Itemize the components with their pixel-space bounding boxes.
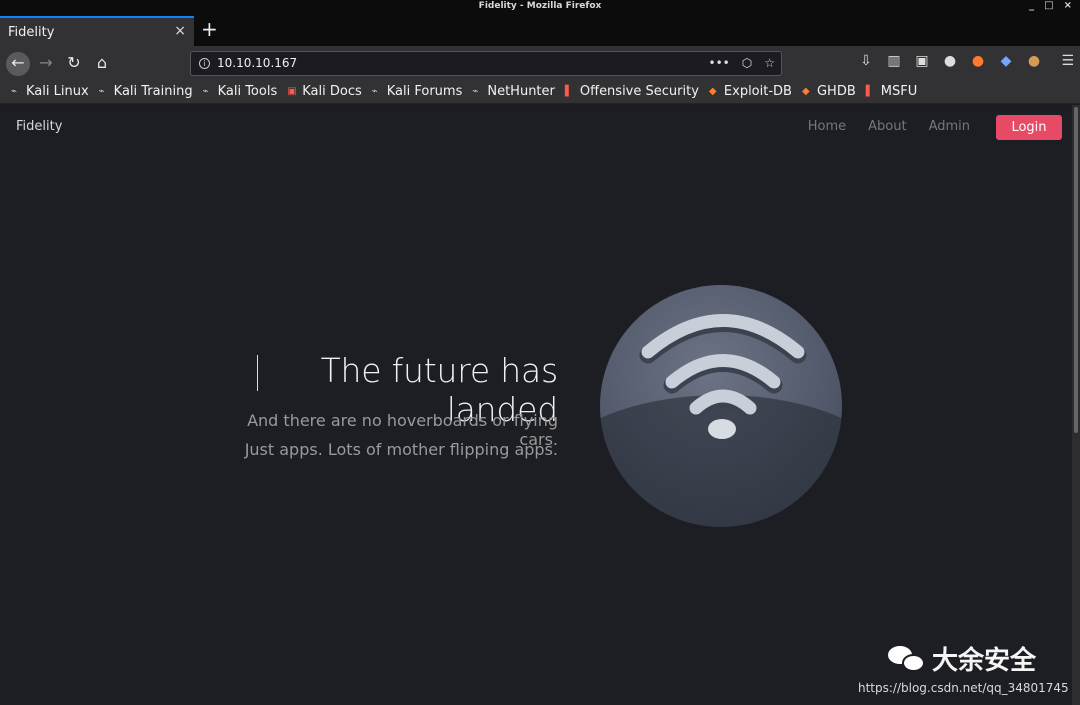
window-controls[interactable]: _ □ × <box>1029 0 1072 12</box>
tab-label: Fidelity <box>8 24 55 40</box>
nethunter-icon: ⌁ <box>472 85 479 97</box>
kali-icon: ⌁ <box>202 85 209 97</box>
bookmark-label: Kali Training <box>113 84 193 99</box>
exploitdb-icon: ◆ <box>708 85 717 97</box>
bookmark-ghdb[interactable]: ◆ GHDB <box>802 80 856 103</box>
wechat-watermark: 大余安全 <box>888 640 1036 677</box>
bookmark-exploit-db[interactable]: ◆ Exploit-DB <box>709 80 792 103</box>
url-actions: ••• ⬡ ☆ <box>709 52 775 75</box>
bookmark-msfu[interactable]: ▌ MSFU <box>866 80 917 103</box>
bookmark-label: Kali Tools <box>217 84 278 99</box>
wechat-icon <box>888 644 926 674</box>
url-text: 10.10.10.167 <box>217 56 298 70</box>
new-tab-button[interactable]: + <box>201 18 218 40</box>
bookmark-star-icon[interactable]: ☆ <box>764 52 775 75</box>
tab-fidelity[interactable]: Fidelity × <box>0 16 194 46</box>
toolbar-icons: ⇩ ▥ ▣ ● ● ◆ ● <box>858 53 1042 69</box>
close-tab-icon[interactable]: × <box>174 23 186 39</box>
kali-icon: ⌁ <box>371 85 378 97</box>
ghdb-icon: ◆ <box>801 85 810 97</box>
firefox-icon[interactable]: ● <box>970 53 986 69</box>
site-navigation: Home About Admin <box>808 119 970 134</box>
minimize-button[interactable]: _ <box>1029 0 1034 12</box>
url-bar[interactable]: i 10.10.10.167 ••• ⬡ ☆ <box>190 51 782 76</box>
bookmark-kali-docs[interactable]: ▣ Kali Docs <box>287 80 362 103</box>
maximize-button[interactable]: □ <box>1044 0 1053 12</box>
wifi-sphere-illustration <box>600 285 842 527</box>
bookmark-kali-linux[interactable]: ⌁ Kali Linux <box>11 80 89 103</box>
bookmarks-toolbar: ⌁ Kali Linux ⌁ Kali Training ⌁ Kali Tools ▣… <box>0 80 1080 104</box>
library-icon[interactable]: ▥ <box>886 53 902 69</box>
kali-icon: ⌁ <box>98 85 105 97</box>
watermark-url: https://blog.csdn.net/qq_34801745 <box>858 681 1069 695</box>
close-window-button[interactable]: × <box>1064 0 1072 12</box>
msfu-icon: ▌ <box>865 85 874 97</box>
pocket-icon[interactable]: ⬡ <box>742 52 752 75</box>
bookmark-label: Kali Linux <box>26 84 89 99</box>
download-icon[interactable]: ⇩ <box>858 53 874 69</box>
hero-subtitle-line-2: Just apps. Lots of mother flipping apps. <box>244 440 558 459</box>
page-actions-icon[interactable]: ••• <box>709 52 730 75</box>
reload-button[interactable]: ↻ <box>62 52 86 76</box>
scrollbar-thumb[interactable] <box>1074 107 1078 433</box>
bookmark-label: Kali Docs <box>302 84 362 99</box>
bookmark-label: MSFU <box>880 84 918 99</box>
navigation-toolbar: ← → ↻ ⌂ i 10.10.10.167 ••• ⬡ ☆ ⇩ ▥ ▣ ● ●… <box>0 46 1080 80</box>
sidebar-icon[interactable]: ▣ <box>914 53 930 69</box>
kali-icon: ⌁ <box>11 85 18 97</box>
window-title: Fidelity - Mozilla Firefox <box>478 1 602 11</box>
wifi-icon <box>639 314 807 443</box>
home-button[interactable]: ⌂ <box>90 52 114 76</box>
back-button[interactable]: ← <box>6 52 30 76</box>
nav-admin[interactable]: Admin <box>929 119 970 134</box>
cookie-icon[interactable]: ● <box>1026 53 1042 69</box>
bookmark-kali-forums[interactable]: ⌁ Kali Forums <box>372 80 463 103</box>
bookmark-label: Kali Forums <box>386 84 463 99</box>
offsec-icon: ▌ <box>564 85 573 97</box>
bookmark-label: Offensive Security <box>579 84 699 99</box>
kali-docs-icon: ▣ <box>287 85 297 97</box>
bookmark-nethunter[interactable]: ⌁ NetHunter <box>472 80 555 103</box>
vertical-scrollbar[interactable] <box>1072 105 1080 705</box>
window-titlebar: Fidelity - Mozilla Firefox _ □ × <box>0 0 1080 14</box>
web-page: Fidelity Home About Admin Login The futu… <box>0 105 1072 705</box>
bookmark-label: NetHunter <box>487 84 555 99</box>
login-button[interactable]: Login <box>996 115 1062 140</box>
watermark-name: 大余安全 <box>932 646 1037 676</box>
bookmark-label: Exploit-DB <box>723 84 792 99</box>
site-info-icon[interactable]: i <box>199 58 210 69</box>
nav-about[interactable]: About <box>868 119 906 134</box>
menu-icon[interactable]: ☰ <box>1061 53 1074 69</box>
extension-icon[interactable]: ● <box>942 53 958 69</box>
bookmark-offensive-security[interactable]: ▌ Offensive Security <box>565 80 699 103</box>
forward-button[interactable]: → <box>34 52 58 76</box>
translate-icon[interactable]: ◆ <box>998 53 1014 69</box>
bookmark-label: GHDB <box>816 84 856 99</box>
bookmark-kali-training[interactable]: ⌁ Kali Training <box>99 80 193 103</box>
nav-home[interactable]: Home <box>808 119 846 134</box>
site-brand[interactable]: Fidelity <box>16 119 62 134</box>
tab-strip: Fidelity × + <box>0 14 1080 46</box>
bookmark-kali-tools[interactable]: ⌁ Kali Tools <box>203 80 278 103</box>
